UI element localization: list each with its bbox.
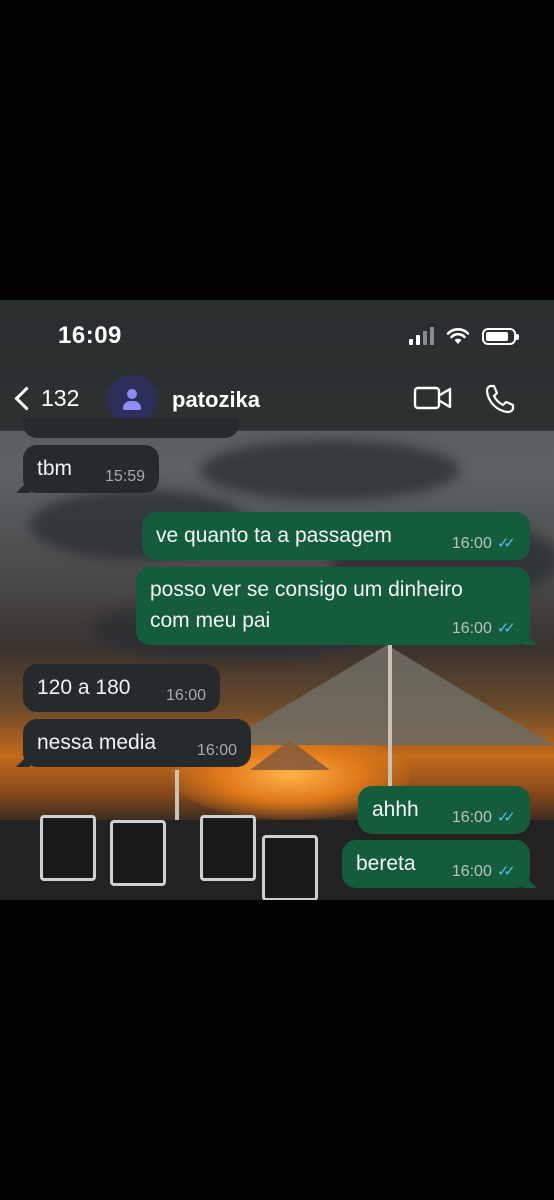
avatar[interactable] [107,375,157,423]
read-receipt-icon: ✓✓ [496,863,516,880]
read-receipt-icon: ✓✓ [496,620,516,637]
message-bubble-outgoing[interactable]: ahhh 16:00 ✓✓ [358,786,530,834]
wifi-icon [446,328,470,344]
message-time: 16:00 [196,742,237,759]
phone-icon[interactable] [484,383,516,415]
message-bubble-partial [23,418,239,438]
video-camera-icon[interactable] [413,385,453,411]
back-button[interactable]: 132 [12,385,79,412]
message-time: 15:59 [104,468,145,485]
contact-name[interactable]: patozika [172,387,260,413]
message-time: 16:00 [165,687,206,704]
unread-count: 132 [41,385,80,411]
message-time: 16:00 [451,809,492,826]
message-list: tbm 15:59 ve quanto ta a passagem 16:00 ✓… [0,418,554,900]
battery-icon [482,327,519,345]
message-bubble-outgoing[interactable]: posso ver se consigo um dinheiro com meu… [136,567,530,645]
message-time: 16:00 [451,620,492,637]
message-bubble-incoming[interactable]: 120 a 180 16:00 [23,664,220,712]
read-receipt-icon: ✓✓ [496,535,516,552]
message-time: 16:00 [451,535,492,552]
status-time: 16:09 [58,322,122,349]
message-time: 16:00 [451,863,492,880]
status-bar: 16:09 [0,300,554,375]
message-bubble-incoming[interactable]: nessa media 16:00 [23,719,251,767]
message-text-line: posso ver se consigo um dinheiro [150,578,463,601]
cellular-signal-icon [409,327,434,345]
message-bubble-outgoing[interactable]: ve quanto ta a passagem 16:00 ✓✓ [142,512,530,560]
message-bubble-incoming[interactable]: tbm 15:59 [23,445,159,493]
read-receipt-icon: ✓✓ [496,809,516,826]
chat-screen: 16:09 132 patozika tbm 15:59 ve quanto t… [0,300,554,900]
message-bubble-outgoing[interactable]: bereta 16:00 ✓✓ [342,840,530,888]
chevron-left-icon [14,386,39,411]
